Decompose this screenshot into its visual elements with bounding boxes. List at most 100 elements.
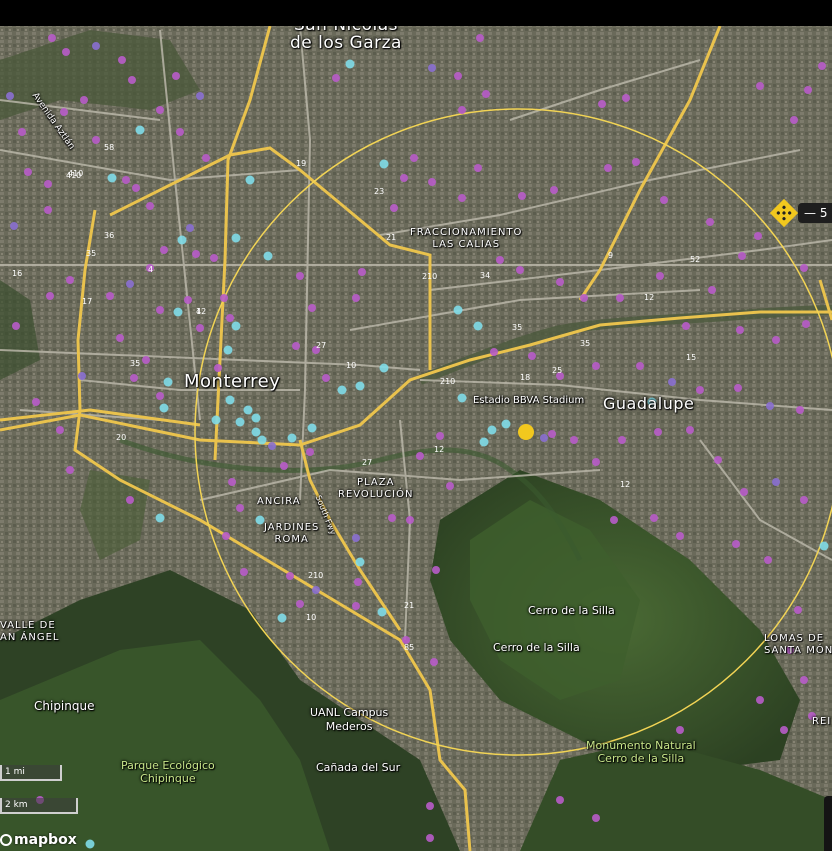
poi-dot[interactable] [550,186,558,194]
poi-dot[interactable] [800,676,808,684]
poi-dot[interactable] [226,314,234,322]
poi-dot[interactable] [686,426,694,434]
poi-dot[interactable] [116,334,124,342]
poi-dot[interactable] [236,504,244,512]
poi-dot[interactable] [176,128,184,136]
poi-dot[interactable] [610,516,618,524]
poi-dot[interactable] [622,94,630,102]
poi-dot-cyan[interactable] [263,251,273,261]
poi-dot[interactable] [354,578,362,586]
poi-dot-cyan[interactable] [337,385,347,395]
poi-dot[interactable] [352,294,360,302]
poi-dot-cyan[interactable] [307,423,317,433]
search-center-marker[interactable] [518,424,534,440]
poi-dot[interactable] [734,384,742,392]
poi-dot[interactable] [196,324,204,332]
poi-dot[interactable] [428,178,436,186]
poi-dot[interactable] [802,320,810,328]
poi-dot[interactable] [540,434,548,442]
poi-dot[interactable] [426,802,434,810]
poi-dot[interactable] [708,286,716,294]
poi-dot[interactable] [118,56,126,64]
poi-dot[interactable] [44,180,52,188]
poi-dot[interactable] [156,106,164,114]
poi-dot[interactable] [458,194,466,202]
poi-dot[interactable] [296,272,304,280]
poi-dot[interactable] [696,386,704,394]
poi-dot-cyan[interactable] [355,557,365,567]
poi-dot[interactable] [616,294,624,302]
poi-dot[interactable] [764,556,772,564]
poi-dot-cyan[interactable] [487,425,497,435]
poi-dot[interactable] [292,342,300,350]
poi-dot-cyan[interactable] [257,435,267,445]
poi-dot[interactable] [92,136,100,144]
poi-dot[interactable] [482,90,490,98]
poi-dot[interactable] [428,64,436,72]
poi-dot[interactable] [556,278,564,286]
poi-dot[interactable] [60,108,68,116]
poi-dot-cyan[interactable] [225,395,235,405]
poi-dot[interactable] [736,326,744,334]
poi-dot[interactable] [714,456,722,464]
poi-dot[interactable] [754,232,762,240]
poi-dot[interactable] [92,42,100,50]
poi-dot[interactable] [400,174,408,182]
poi-dot[interactable] [454,72,462,80]
poi-dot[interactable] [516,266,524,274]
poi-dot[interactable] [740,488,748,496]
poi-dot[interactable] [682,322,690,330]
poi-dot-cyan[interactable] [231,321,241,331]
poi-dot[interactable] [654,428,662,436]
poi-dot[interactable] [6,92,14,100]
poi-dot[interactable] [280,462,288,470]
poi-dot[interactable] [106,292,114,300]
poi-dot[interactable] [660,196,668,204]
poi-dot[interactable] [10,222,18,230]
poi-dot[interactable] [496,256,504,264]
poi-dot[interactable] [556,796,564,804]
poi-dot[interactable] [756,696,764,704]
poi-dot[interactable] [78,372,86,380]
poi-dot[interactable] [548,430,556,438]
poi-dot[interactable] [192,250,200,258]
poi-dot[interactable] [426,834,434,842]
poi-dot[interactable] [756,82,764,90]
poi-dot[interactable] [800,264,808,272]
poi-dot[interactable] [738,252,746,260]
poi-dot[interactable] [656,272,664,280]
poi-dot-cyan[interactable] [155,513,165,523]
poi-dot[interactable] [388,514,396,522]
poi-dot[interactable] [410,154,418,162]
poi-dot[interactable] [780,726,788,734]
poi-dot-cyan[interactable] [243,405,253,415]
poi-dot-cyan[interactable] [345,59,355,69]
poi-dot[interactable] [650,514,658,522]
poi-dot[interactable] [126,496,134,504]
poi-dot[interactable] [44,206,52,214]
poi-dot[interactable] [580,294,588,302]
poi-dot[interactable] [186,224,194,232]
map-canvas[interactable]: 584103635417121635192321210 3492710210 182… [0,26,832,851]
poi-dot[interactable] [518,192,526,200]
poi-dot[interactable] [160,246,168,254]
poi-dot[interactable] [474,164,482,172]
poi-dot[interactable] [222,532,230,540]
poi-dot[interactable] [476,34,484,42]
poi-dot[interactable] [490,348,498,356]
poi-dot[interactable] [592,814,600,822]
poi-dot-cyan[interactable] [85,839,95,849]
poi-dot[interactable] [706,218,714,226]
poi-dot[interactable] [66,276,74,284]
poi-dot[interactable] [306,448,314,456]
poi-dot-cyan[interactable] [819,541,829,551]
poi-dot-cyan[interactable] [379,363,389,373]
poi-dot[interactable] [432,566,440,574]
poi-dot[interactable] [436,432,444,440]
poi-dot-cyan[interactable] [287,433,297,443]
poi-dot[interactable] [732,540,740,548]
poi-dot-cyan[interactable] [355,381,365,391]
poi-dot[interactable] [446,482,454,490]
poi-dot[interactable] [128,76,136,84]
poi-dot[interactable] [332,74,340,82]
